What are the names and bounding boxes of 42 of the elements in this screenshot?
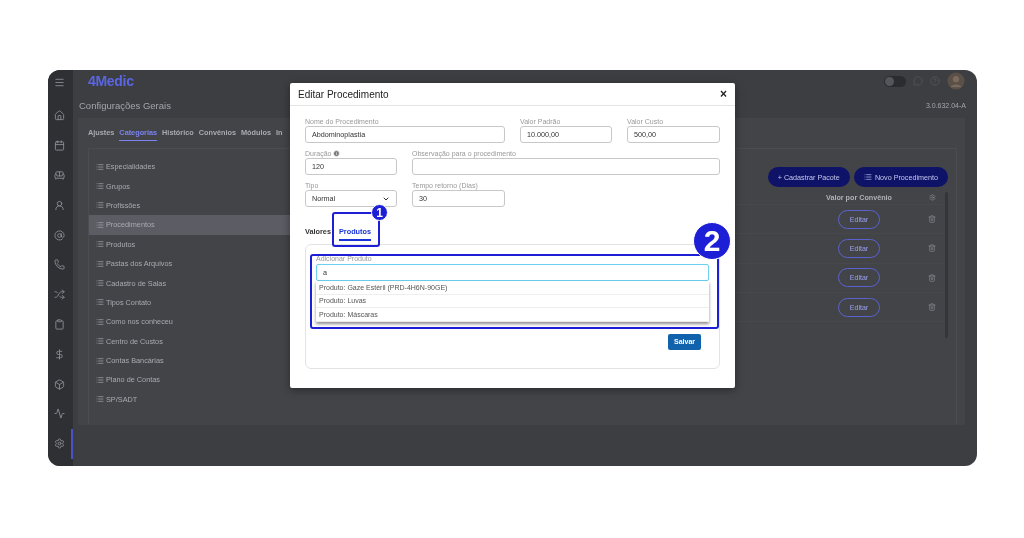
close-button[interactable]: × <box>720 88 727 100</box>
info-icon <box>333 150 341 157</box>
list-icon <box>96 220 104 229</box>
list-icon <box>96 356 104 365</box>
calendar-icon <box>54 140 65 152</box>
trash-icon[interactable] <box>928 303 936 312</box>
phone-icon <box>54 259 65 271</box>
list-icon <box>96 240 104 249</box>
trash-icon[interactable] <box>928 215 936 224</box>
theme-toggle[interactable] <box>884 75 906 87</box>
clipboard-icon <box>54 318 65 330</box>
input-field[interactable] <box>412 158 720 175</box>
list-icon <box>96 376 104 384</box>
avatar[interactable] <box>947 72 965 90</box>
list-icon <box>96 182 104 191</box>
list-icon <box>96 279 104 288</box>
list-icon <box>863 173 872 181</box>
list-icon <box>96 298 104 307</box>
at-sign-icon <box>54 229 65 241</box>
list-icon <box>96 201 104 210</box>
menu-icon[interactable] <box>54 76 65 88</box>
sofa-icon <box>54 170 65 181</box>
step-badge: 2 <box>693 222 731 260</box>
settings-icon <box>928 193 936 201</box>
chart-icon <box>54 408 65 420</box>
logo: 4Medic <box>88 73 134 89</box>
dollar-icon <box>54 348 65 360</box>
user-icon <box>54 199 65 211</box>
list-icon <box>96 162 104 171</box>
trash-icon[interactable] <box>928 273 936 282</box>
dialog-title: Editar Procedimento <box>298 88 389 100</box>
list-icon <box>96 317 104 326</box>
step-badge: 1 <box>371 204 388 221</box>
list-icon <box>96 259 104 268</box>
box-icon <box>54 378 65 390</box>
list-icon <box>96 337 104 346</box>
shuffle-icon <box>54 289 65 301</box>
trash-icon[interactable] <box>928 244 936 253</box>
list-icon <box>96 395 104 404</box>
page-title: Configurações Gerais <box>79 99 171 111</box>
home-icon <box>54 110 65 122</box>
settings-icon <box>54 438 65 450</box>
